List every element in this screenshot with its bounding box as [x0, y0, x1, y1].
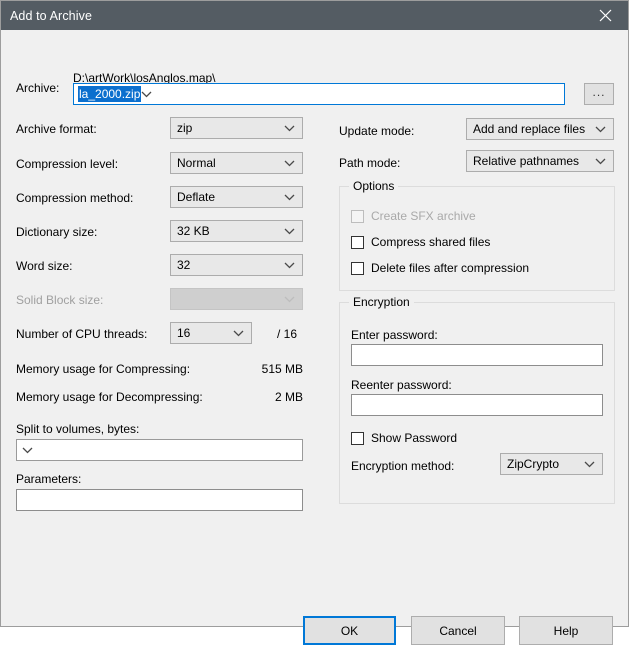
update-mode-combobox[interactable]: Add and replace files: [466, 118, 614, 140]
chevron-down-icon: [284, 156, 295, 170]
checkbox-icon: [351, 235, 364, 249]
cpu-threads-total: / 16: [277, 327, 298, 341]
checkbox-label: Show Password: [371, 431, 458, 445]
title-bar: Add to Archive: [1, 1, 628, 30]
dictionary-size-value: 32 KB: [177, 224, 210, 238]
compression-level-label: Compression level:: [16, 157, 119, 171]
checkbox-icon: [351, 261, 364, 275]
compression-level-value: Normal: [177, 156, 216, 170]
encryption-method-value: ZipCrypto: [507, 457, 560, 471]
close-icon: [599, 9, 612, 22]
solid-block-size-combobox: [170, 288, 303, 310]
split-volumes-label: Split to volumes, bytes:: [16, 422, 140, 436]
memory-decompress-value: 2 MB: [274, 390, 303, 404]
chevron-down-icon: [284, 258, 295, 272]
solid-block-size-label: Solid Block size:: [16, 293, 104, 307]
archive-label: Archive:: [16, 81, 60, 95]
parameters-input[interactable]: [16, 489, 303, 511]
archive-format-combobox[interactable]: zip: [170, 117, 303, 139]
word-size-combobox[interactable]: 32: [170, 254, 303, 276]
chevron-down-icon: [284, 224, 295, 238]
cpu-threads-combobox[interactable]: 16: [170, 322, 252, 344]
archive-format-value: zip: [177, 121, 193, 135]
checkbox-label: Delete files after compression: [371, 261, 530, 275]
cancel-button[interactable]: Cancel: [411, 616, 505, 645]
checkbox-create-sfx-archive: Create SFX archive: [351, 209, 476, 223]
compression-method-label: Compression method:: [16, 191, 134, 205]
word-size-label: Word size:: [16, 259, 73, 273]
update-mode-value: Add and replace files: [473, 122, 586, 136]
close-button[interactable]: [583, 1, 628, 30]
chevron-down-icon: [595, 122, 606, 136]
memory-decompress-label: Memory usage for Decompressing:: [16, 390, 203, 404]
word-size-value: 32: [177, 258, 191, 272]
ok-button[interactable]: OK: [303, 616, 396, 645]
encryption-method-combobox[interactable]: ZipCrypto: [500, 453, 603, 475]
memory-compress-label: Memory usage for Compressing:: [16, 362, 191, 376]
memory-compress-value: 515 MB: [261, 362, 303, 376]
chevron-down-icon: [584, 457, 595, 471]
dictionary-size-combobox[interactable]: 32 KB: [170, 220, 303, 242]
archive-name-combobox[interactable]: la_2000.zip: [73, 83, 565, 105]
add-to-archive-dialog: Add to Archive Archive: D:\artWork\losAn…: [0, 0, 629, 645]
help-button[interactable]: Help: [519, 616, 613, 645]
chevron-down-icon: [284, 121, 295, 135]
parameters-label: Parameters:: [16, 472, 82, 486]
path-mode-combobox[interactable]: Relative pathnames: [466, 150, 614, 172]
enter-password-input[interactable]: [351, 344, 603, 366]
chevron-down-icon: [595, 154, 606, 168]
chevron-down-icon: [233, 326, 244, 340]
checkbox-icon: [351, 209, 364, 223]
split-volumes-combobox[interactable]: [16, 439, 303, 461]
chevron-down-icon: [22, 443, 33, 457]
archive-name-value: la_2000.zip: [78, 86, 142, 102]
cpu-threads-label: Number of CPU threads:: [16, 327, 148, 341]
dictionary-size-label: Dictionary size:: [16, 225, 98, 239]
enter-password-label: Enter password:: [351, 328, 438, 342]
dialog-body: Archive: D:\artWork\losAnglos.map\ la_20…: [1, 30, 628, 645]
encryption-group-title: Encryption: [349, 295, 414, 309]
checkbox-compress-shared-files[interactable]: Compress shared files: [351, 235, 490, 249]
update-mode-label: Update mode:: [339, 124, 415, 138]
archive-format-label: Archive format:: [16, 122, 97, 136]
browse-button[interactable]: ...: [584, 83, 614, 105]
cpu-threads-value: 16: [177, 326, 191, 340]
checkbox-icon: [351, 431, 364, 445]
checkbox-label: Compress shared files: [371, 235, 491, 249]
reenter-password-input[interactable]: [351, 394, 603, 416]
window-title: Add to Archive: [10, 8, 93, 23]
compression-method-value: Deflate: [177, 190, 216, 204]
compression-method-combobox[interactable]: Deflate: [170, 186, 303, 208]
reenter-password-label: Reenter password:: [351, 378, 452, 392]
path-mode-value: Relative pathnames: [473, 154, 580, 168]
encryption-method-label: Encryption method:: [351, 459, 455, 473]
checkbox-delete-files-after-compression[interactable]: Delete files after compression: [351, 261, 529, 275]
path-mode-label: Path mode:: [339, 156, 401, 170]
chevron-down-icon: [141, 87, 152, 101]
checkbox-label: Create SFX archive: [371, 209, 476, 223]
checkbox-show-password[interactable]: Show Password: [351, 431, 457, 445]
compression-level-combobox[interactable]: Normal: [170, 152, 303, 174]
options-group-title: Options: [349, 179, 399, 193]
chevron-down-icon: [284, 190, 295, 204]
chevron-down-icon: [284, 292, 295, 306]
